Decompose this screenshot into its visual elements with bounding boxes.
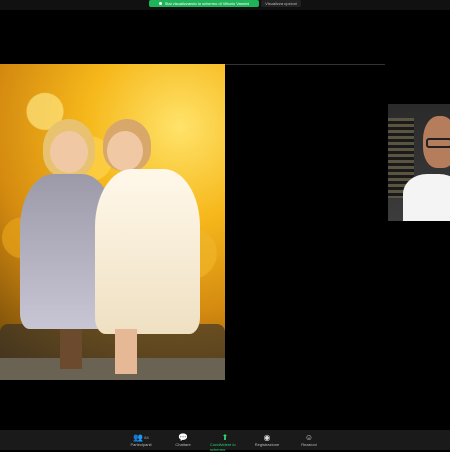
share-screen-label: Condividere lo schermo	[210, 442, 236, 452]
reactions-button[interactable]: ☺ Reazioni	[294, 433, 324, 447]
view-options-button[interactable]: Visualizza opzioni	[261, 0, 301, 7]
chat-label: Chattare	[175, 442, 191, 447]
record-icon: ◉	[263, 433, 271, 442]
record-button[interactable]: ◉ Registrazione	[252, 433, 282, 447]
share-indicator-icon	[158, 2, 162, 5]
participant-shirt	[403, 174, 450, 221]
participants-icon: 👥84	[133, 433, 149, 442]
record-label: Registrazione	[254, 442, 280, 447]
share-banner-text: Stai visualizzando lo schermo di Vittori…	[164, 1, 250, 6]
girl-right	[95, 119, 205, 379]
participants-count: 84	[144, 435, 149, 440]
reactions-icon: ☺	[304, 433, 314, 442]
chat-icon: 💬	[178, 433, 188, 442]
participants-label: Partecipanti	[130, 442, 152, 447]
participants-button[interactable]: 👥84 Partecipanti	[126, 433, 156, 447]
reactions-label: Reazioni	[301, 442, 317, 447]
share-screen-icon: ⬆	[221, 433, 229, 442]
shared-screen-border	[225, 64, 385, 65]
participant-video-tile[interactable]	[388, 104, 450, 221]
share-screen-button[interactable]: ⬆ Condividere lo schermo	[210, 433, 240, 452]
glasses	[426, 138, 450, 148]
screen-share-banner[interactable]: Stai visualizzando lo schermo di Vittori…	[149, 0, 259, 7]
meeting-toolbar: 👥84 Partecipanti 💬 Chattare ⬆ Condivider…	[0, 430, 450, 452]
chat-button[interactable]: 💬 Chattare	[168, 433, 198, 447]
shared-photo	[0, 64, 225, 380]
